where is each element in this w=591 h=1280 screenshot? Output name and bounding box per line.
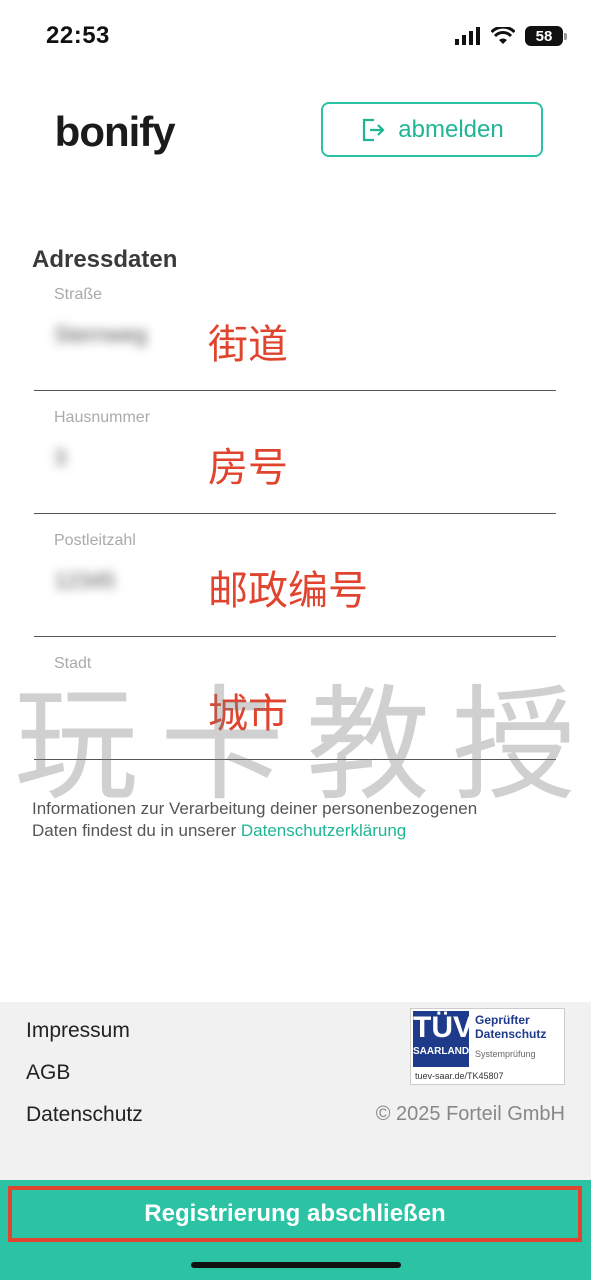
status-time: 22:53: [46, 22, 110, 49]
imprint-link[interactable]: Impressum: [26, 1019, 130, 1043]
street-value[interactable]: Sternweg: [54, 322, 147, 348]
logo-text: bonify: [54, 108, 176, 155]
house-number-value[interactable]: 3: [54, 445, 66, 471]
terms-link[interactable]: AGB: [26, 1061, 70, 1085]
section-title: Adressdaten: [32, 246, 178, 273]
battery-icon: 58: [525, 26, 567, 46]
watermark: 玩卡教授: [14, 674, 591, 818]
tuv-subtitle: Systemprüfung: [475, 1049, 536, 1059]
tuv-url: tuev-saar.de/TK45807: [415, 1071, 504, 1081]
tuv-logo: TÜV SAARLAND: [413, 1011, 473, 1067]
home-indicator: [191, 1262, 401, 1268]
tuv-brand: TÜV: [413, 1011, 473, 1044]
logout-button[interactable]: abmelden: [321, 102, 543, 157]
tuv-seal: TÜV SAARLAND Geprüfter Datenschutz Syste…: [410, 1008, 565, 1085]
copyright: © 2025 Forteil GmbH: [375, 1103, 565, 1125]
privacy-info-line1: Informationen zur Verarbeitung deiner pe…: [32, 799, 478, 818]
street-field[interactable]: Straße Sternweg 街道: [34, 278, 556, 391]
privacy-link[interactable]: Datenschutz: [26, 1103, 143, 1127]
postal-code-field[interactable]: Postleitzahl 12345 邮政编号: [34, 524, 556, 637]
postal-code-label: Postleitzahl: [54, 532, 136, 549]
tuv-region: SAARLAND: [413, 1046, 470, 1057]
tuv-title: Geprüfter Datenschutz: [475, 1013, 547, 1041]
house-number-field[interactable]: Hausnummer 3 房号: [34, 401, 556, 514]
postal-code-value[interactable]: 12345: [54, 568, 115, 594]
logout-icon: [363, 118, 385, 141]
bonify-logo: bonify: [44, 108, 176, 156]
logout-label: abmelden: [398, 115, 504, 143]
complete-registration-button[interactable]: Registrierung abschließen: [8, 1186, 582, 1242]
privacy-policy-link[interactable]: Datenschutzerklärung: [241, 821, 406, 840]
privacy-info: Informationen zur Verarbeitung deiner pe…: [32, 798, 562, 842]
privacy-info-line2: Daten findest du in unserer: [32, 821, 241, 840]
street-label: Straße: [54, 286, 103, 303]
house-number-annotation: 房号: [208, 445, 288, 491]
signal-icon: [455, 27, 480, 45]
status-icons: 58: [455, 26, 567, 46]
postal-code-annotation: 邮政编号: [208, 568, 368, 614]
house-number-label: Hausnummer: [54, 409, 151, 426]
wifi-icon: [491, 27, 515, 44]
street-annotation: 街道: [208, 322, 288, 368]
